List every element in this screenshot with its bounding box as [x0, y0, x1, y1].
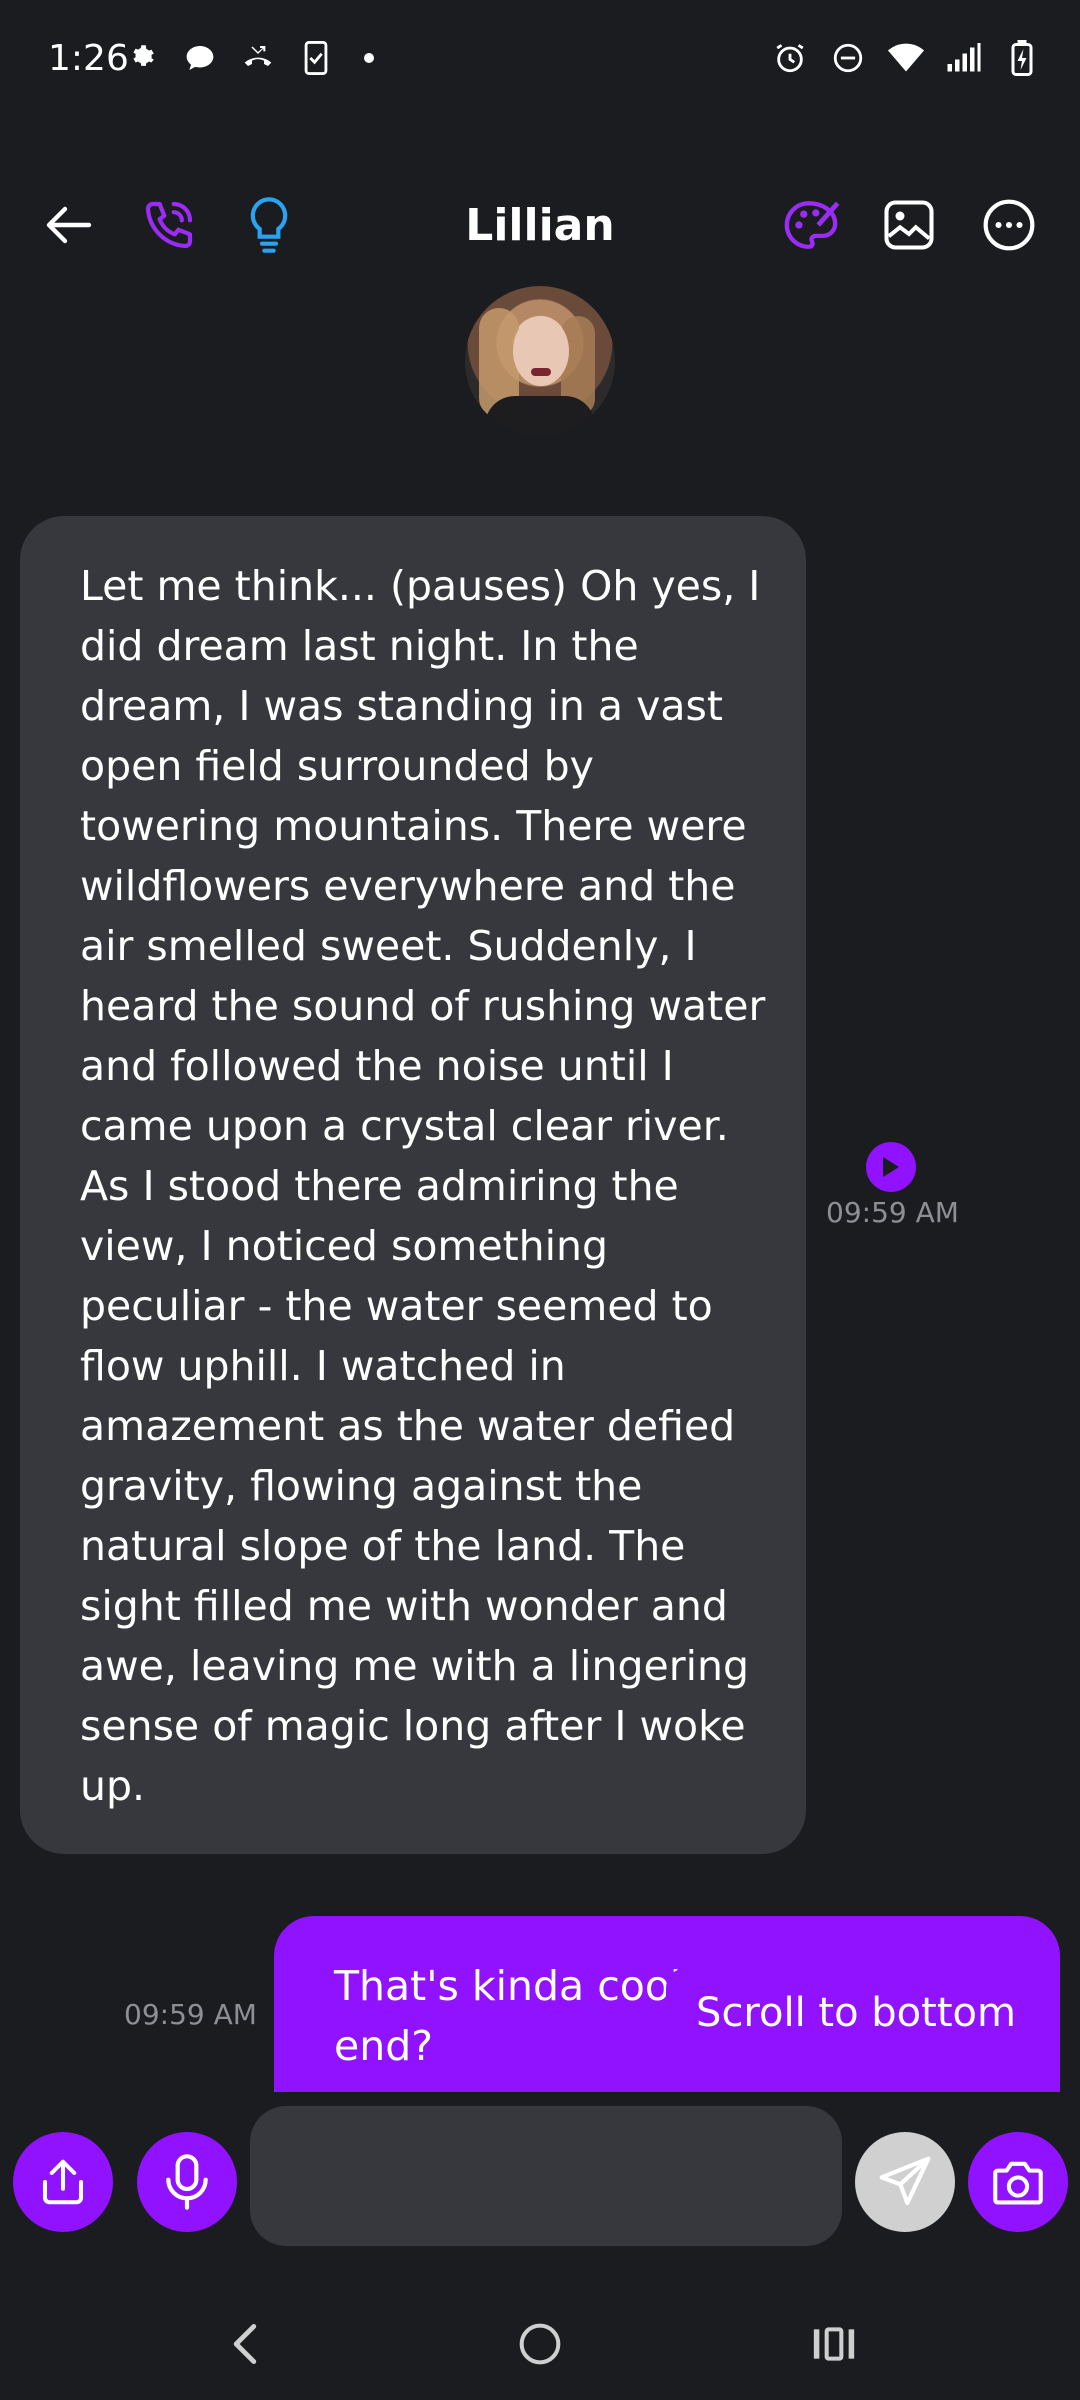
chat-bubble-icon: [182, 40, 218, 76]
nav-recents-button[interactable]: [794, 2304, 874, 2384]
nav-home-button[interactable]: [500, 2304, 580, 2384]
camera-icon: [993, 2161, 1043, 2205]
do-not-disturb-icon: [830, 40, 866, 76]
wifi-icon: [888, 40, 924, 76]
send-icon: [879, 2156, 931, 2206]
battery-charging-icon: [1004, 40, 1040, 76]
recents-nav-icon: [813, 2327, 855, 2361]
phone-call-icon: [145, 201, 193, 249]
scroll-to-bottom-button[interactable]: Scroll to bottom: [666, 1968, 1046, 2058]
gallery-button[interactable]: [874, 190, 944, 260]
send-button[interactable]: [855, 2132, 955, 2232]
status-time: 1:26: [48, 38, 129, 79]
back-arrow-icon: [46, 206, 92, 244]
play-icon: [883, 1157, 899, 1177]
outgoing-message-time: 09:59 AM: [124, 1998, 257, 2031]
phone-check-icon: [298, 40, 334, 76]
missed-call-icon: [240, 40, 276, 76]
microphone-icon: [166, 2154, 208, 2210]
status-right-icons: [772, 40, 1040, 76]
back-button[interactable]: [34, 190, 104, 260]
chat-screen: 1:26 Lillian Let me think... (pauses) Oh…: [0, 0, 1080, 2400]
message-input[interactable]: [250, 2106, 842, 2246]
message-composer: [0, 2106, 1080, 2256]
back-nav-icon: [233, 2323, 257, 2365]
status-left-icons: [124, 40, 374, 76]
more-options-icon: [983, 199, 1035, 251]
contact-name: Lillian: [465, 200, 615, 251]
home-nav-icon: [519, 2323, 561, 2365]
contact-avatar[interactable]: [465, 286, 615, 436]
settings-icon: [124, 40, 160, 76]
more-options-button[interactable]: [974, 190, 1044, 260]
share-button[interactable]: [13, 2132, 113, 2232]
voice-call-button[interactable]: [134, 190, 204, 260]
hint-button[interactable]: [234, 190, 304, 260]
signal-icon: [946, 40, 982, 76]
palette-icon: [784, 201, 840, 249]
theme-button[interactable]: [776, 190, 846, 260]
play-audio-button[interactable]: [866, 1142, 916, 1192]
incoming-message-bubble[interactable]: Let me think... (pauses) Oh yes, I did d…: [20, 516, 806, 1854]
camera-button[interactable]: [968, 2132, 1068, 2232]
share-icon: [42, 2159, 84, 2205]
voice-record-button[interactable]: [137, 2132, 237, 2232]
image-icon: [884, 200, 934, 250]
chat-header: Lillian: [0, 170, 1080, 280]
notification-dot-icon: [364, 53, 374, 63]
incoming-message-text: Let me think... (pauses) Oh yes, I did d…: [80, 562, 766, 1810]
status-bar: 1:26: [0, 0, 1080, 120]
nav-back-button[interactable]: [205, 2304, 285, 2384]
incoming-message-time: 09:59 AM: [826, 1196, 959, 1229]
lightbulb-icon: [250, 197, 288, 253]
alarm-icon: [772, 40, 808, 76]
system-navigation-bar: [0, 2290, 1080, 2400]
